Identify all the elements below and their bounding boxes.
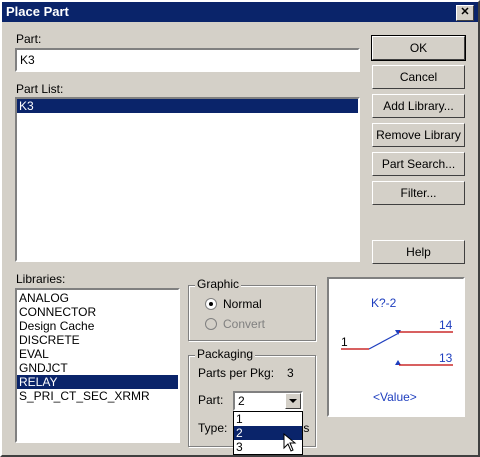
part-number-select[interactable]: 2 [233,391,303,411]
library-item[interactable]: ANALOG [17,291,178,305]
libraries-label: Libraries: [16,272,66,286]
libraries-list[interactable]: ANALOG CONNECTOR Design Cache DISCRETE E… [15,288,180,443]
part-reference-text: K?-2 [371,296,397,310]
place-part-dialog: Place Part ✕ Part: K3 Part List: K3 OK C… [0,0,480,457]
filter-button[interactable]: Filter... [372,181,465,205]
part-list-label: Part List: [16,82,64,96]
add-library-button[interactable]: Add Library... [372,94,465,118]
library-item[interactable]: S_PRI_CT_SEC_XRMR [17,389,178,403]
chevron-down-icon [289,399,297,403]
close-icon: ✕ [460,6,470,18]
pin-13-label: 13 [439,351,453,365]
parts-per-pkg-value: 3 [287,366,294,380]
part-number-value: 2 [238,394,245,408]
library-item[interactable]: EVAL [17,347,178,361]
part-preview: K?-2 1 14 13 <Value> [327,277,465,417]
dropdown-button[interactable] [285,393,301,409]
library-item[interactable]: CONNECTOR [17,305,178,319]
graphic-group-title: Graphic [195,277,242,291]
parts-per-pkg-label: Parts per Pkg: [198,366,275,380]
pin-14-label: 14 [439,318,453,332]
library-item[interactable]: DISCRETE [17,333,178,347]
part-label: Part: [16,32,42,46]
cancel-button[interactable]: Cancel [372,65,465,89]
part-number-label: Part: [198,393,224,407]
library-item[interactable]: GNDJCT [17,361,178,375]
library-item-selected[interactable]: RELAY [17,375,178,389]
mouse-cursor-icon [283,433,297,452]
graphic-group [188,285,316,341]
part-list[interactable]: K3 [15,97,360,262]
close-button[interactable]: ✕ [456,5,474,21]
part-search-button[interactable]: Part Search... [372,152,465,176]
radio-normal-label: Normal [223,297,262,311]
part-input-value: K3 [20,53,35,67]
window-title: Place Part [6,4,69,19]
part-list-item[interactable]: K3 [17,99,358,113]
radio-convert-label: Convert [223,317,266,331]
radio-convert[interactable] [205,318,217,330]
ok-button[interactable]: OK [371,35,466,61]
packaging-group-title: Packaging [195,347,256,361]
radio-normal[interactable] [205,298,217,310]
remove-library-button[interactable]: Remove Library [372,123,465,147]
library-item[interactable]: Design Cache [17,319,178,333]
part-input[interactable]: K3 [15,48,360,72]
title-bar: Place Part ✕ [2,2,478,22]
part-value-text: <Value> [373,390,417,404]
type-label: Type: [198,421,228,435]
pin-1-label: 1 [341,335,348,349]
dropdown-option[interactable]: 1 [234,412,302,426]
relay-symbol: K?-2 1 14 13 <Value> [341,296,453,404]
help-button[interactable]: Help [372,240,465,264]
